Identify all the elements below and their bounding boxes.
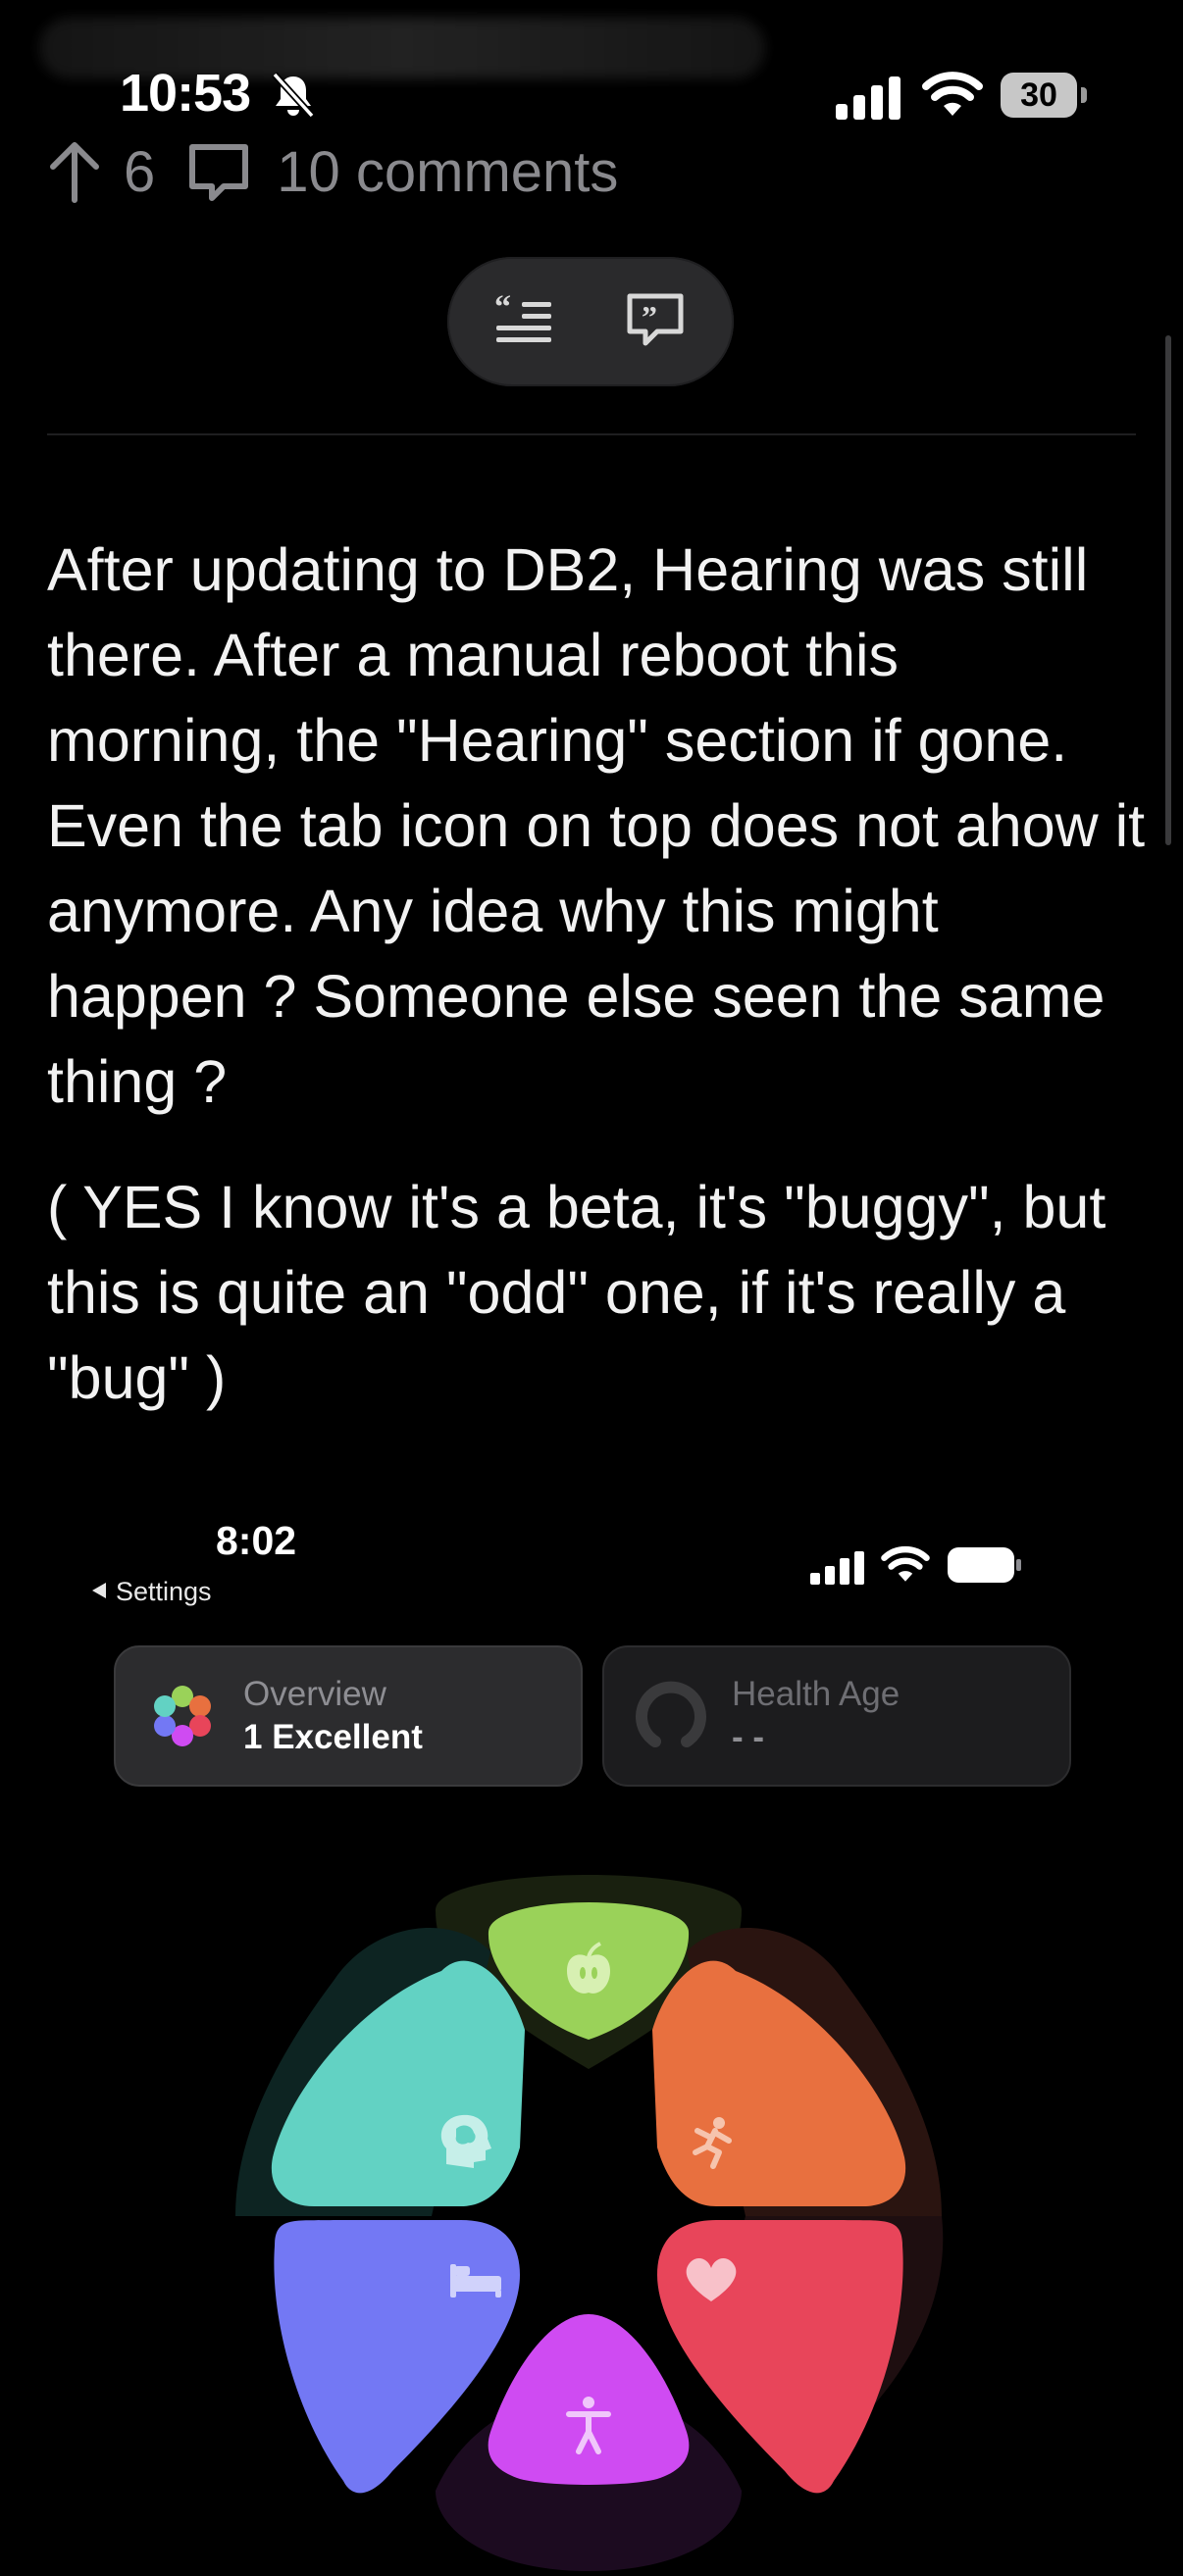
health-age-ring-icon (634, 1679, 708, 1758)
upvote-arrow-icon[interactable] (47, 139, 102, 204)
battery-icon: 30 (1001, 73, 1089, 118)
card-value: 1 Excellent (243, 1718, 423, 1756)
scrollbar[interactable] (1165, 335, 1171, 845)
quote-bubble-icon: ” (624, 290, 687, 354)
post-body-paragraph: After updating to DB2, Hearing was still… (47, 536, 1146, 1115)
svg-text:“: “ (494, 292, 511, 326)
post-action-row: 6 10 comments (47, 135, 618, 208)
status-time: 10:53 (120, 64, 251, 123)
embedded-signal-icon (810, 1551, 865, 1590)
mind-petal[interactable] (271, 1960, 525, 2206)
overview-card[interactable]: Overview 1 Excellent (114, 1645, 583, 1787)
card-value: - - (732, 1718, 765, 1756)
comments-count[interactable]: 10 comments (277, 139, 618, 205)
health-age-card[interactable]: Health Age - - (602, 1645, 1071, 1787)
comment-bubble-icon[interactable] (184, 137, 253, 206)
overview-flower-icon (145, 1679, 220, 1758)
divider (47, 433, 1136, 435)
wifi-icon (922, 71, 983, 120)
embedded-wifi-icon (881, 1545, 930, 1590)
embedded-back-link: Settings (90, 1577, 212, 1607)
battery-level: 30 (1020, 76, 1057, 114)
svg-text:”: ” (642, 299, 657, 334)
post-body-paragraph: ( YES I know it's a beta, it's "buggy", … (47, 1174, 1106, 1411)
back-triangle-icon (90, 1577, 108, 1607)
embedded-status-time: 8:02 (216, 1518, 297, 1563)
quote-list-icon: “ (492, 289, 555, 352)
quote-list-button[interactable]: “ (485, 282, 563, 361)
embedded-back-label: Settings (116, 1577, 212, 1606)
card-title: Overview (243, 1675, 386, 1713)
health-categories-flower (196, 1844, 981, 2571)
cellular-signal-icon (836, 76, 900, 120)
view-toggle-pill: “ ” (447, 257, 734, 386)
card-title: Health Age (732, 1675, 900, 1713)
vote-score: 6 (124, 139, 156, 204)
bell-slash-icon (271, 71, 316, 120)
activity-petal[interactable] (652, 1960, 906, 2206)
quote-bubble-button[interactable]: ” (616, 282, 694, 361)
embedded-battery-icon (948, 1547, 1022, 1583)
